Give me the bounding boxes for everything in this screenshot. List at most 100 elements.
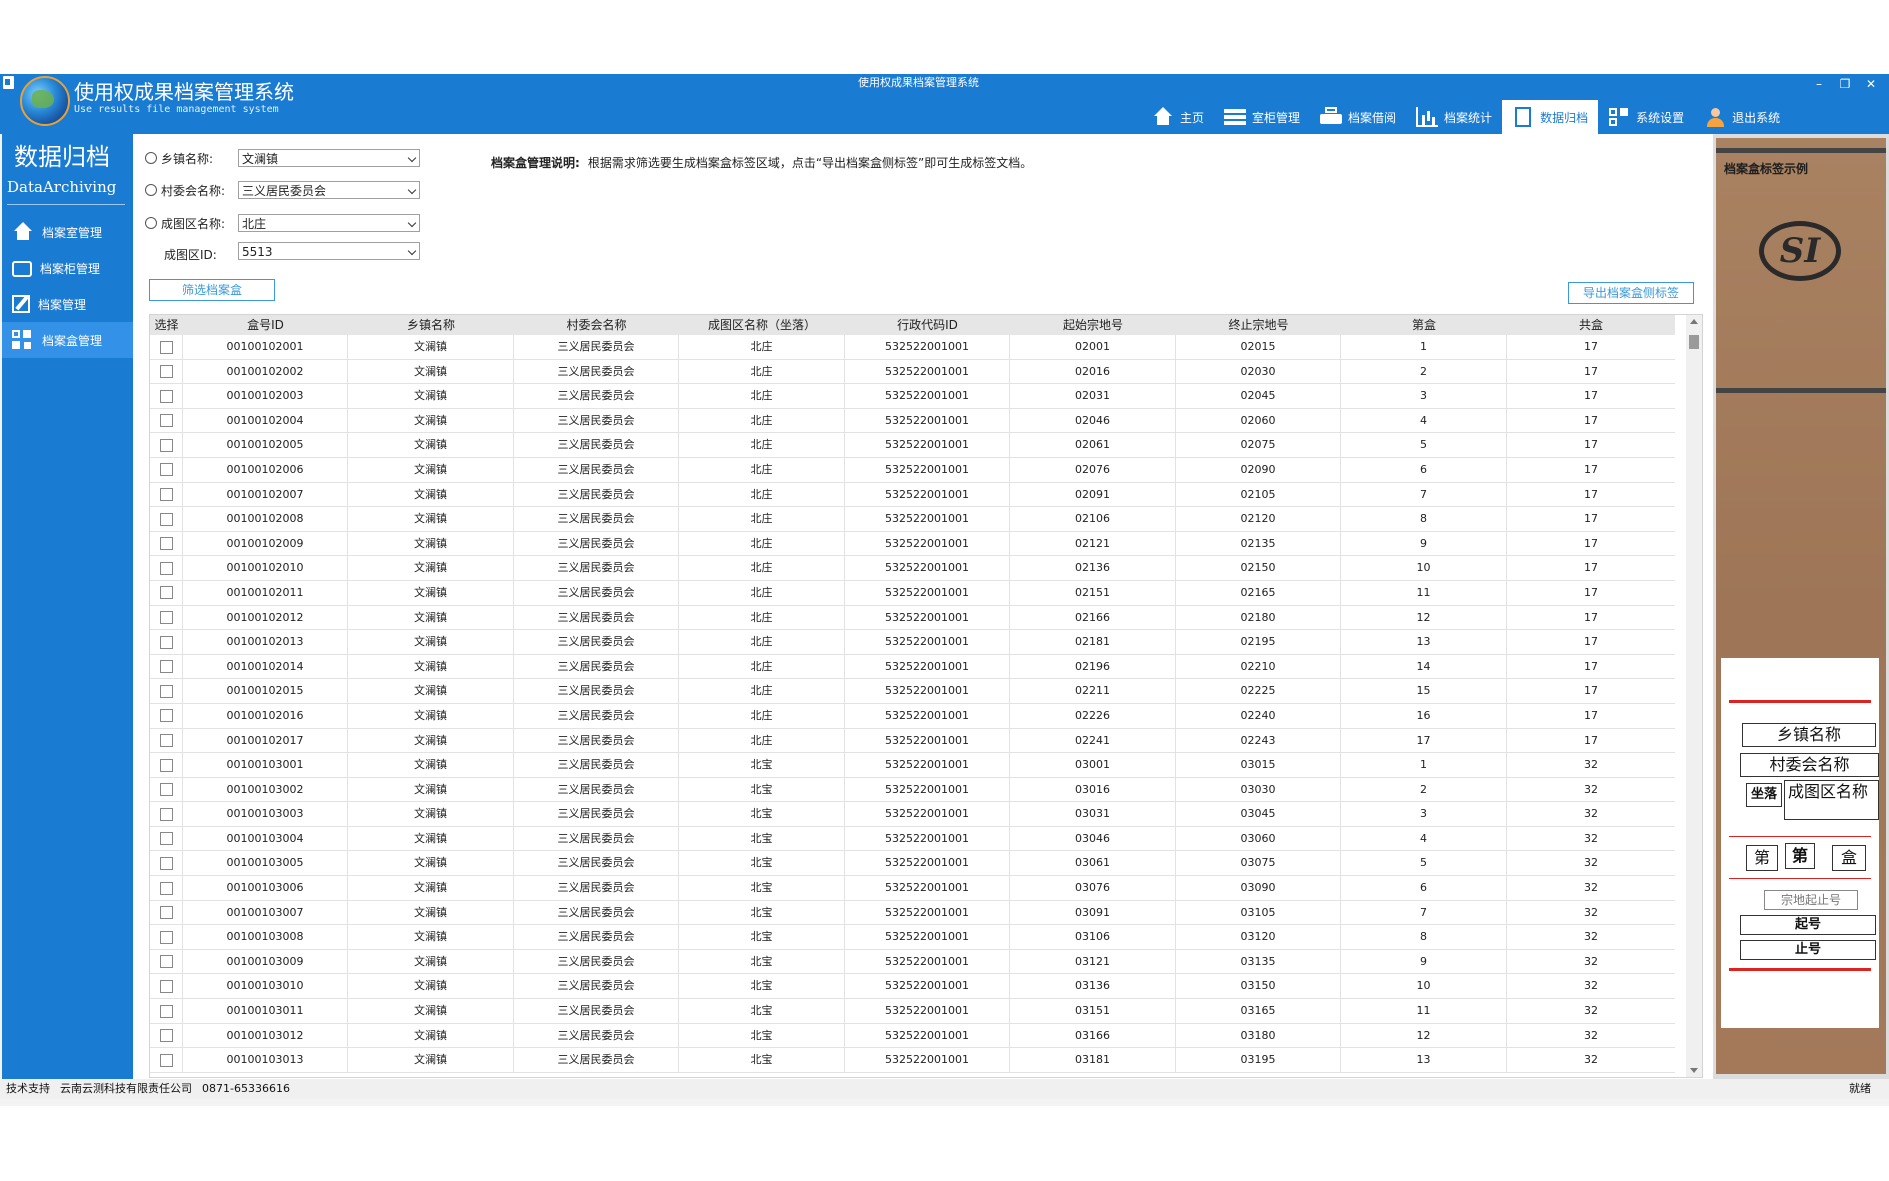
column-header-area[interactable]: 成图区名称（坐落）	[679, 315, 845, 335]
table-row[interactable]: 00100103007 文澜镇 三义居民委员会 北宝 532522001001 03091…	[150, 900, 1675, 926]
table-row[interactable]: 00100102016 文澜镇 三义居民委员会 北庄 532522001001 02226…	[150, 703, 1675, 729]
town-select[interactable]: 文澜镇	[238, 149, 420, 167]
export-box-label-button[interactable]: 导出档案盒侧标签	[1568, 282, 1694, 304]
nav-exit-system[interactable]: 退出系统	[1694, 100, 1790, 134]
scrollbar-thumb[interactable]	[1689, 335, 1699, 349]
table-row[interactable]: 00100102003 文澜镇 三义居民委员会 北庄 532522001001 02031…	[150, 384, 1675, 409]
row-checkbox[interactable]	[159, 881, 173, 895]
table-row[interactable]: 00100102006 文澜镇 三义居民委员会 北庄 532522001001 02076…	[150, 457, 1675, 483]
row-checkbox[interactable]	[159, 611, 173, 625]
maximize-button[interactable]: ❐	[1837, 76, 1853, 92]
table-row[interactable]: 00100103008 文澜镇 三义居民委员会 北宝 532522001001 03106…	[150, 925, 1675, 950]
row-checkbox[interactable]	[159, 709, 173, 723]
sidebar-item-archive[interactable]: 档案管理	[2, 286, 133, 322]
row-checkbox[interactable]	[159, 979, 173, 993]
table-row[interactable]: 00100102001 文澜镇 三义居民委员会 北庄 532522001001 02001…	[150, 335, 1675, 360]
table-row[interactable]: 00100102004 文澜镇 三义居民委员会 北庄 532522001001 02046…	[150, 408, 1675, 434]
table-row[interactable]: 00100102013 文澜镇 三义居民委员会 北庄 532522001001 02181…	[150, 630, 1675, 655]
row-checkbox[interactable]	[159, 414, 173, 428]
row-checkbox[interactable]	[159, 856, 173, 870]
table-row[interactable]: 00100102010 文澜镇 三义居民委员会 北庄 532522001001 02136…	[150, 556, 1675, 581]
table-cell: 03016	[1010, 777, 1176, 802]
nav-home[interactable]: 主页	[1142, 100, 1214, 134]
row-checkbox[interactable]	[159, 807, 173, 821]
column-header-select[interactable]: 选择	[150, 315, 183, 335]
table-row[interactable]: 00100102007 文澜镇 三义居民委员会 北庄 532522001001 02091…	[150, 482, 1675, 508]
table-row[interactable]: 00100102011 文澜镇 三义居民委员会 北庄 532522001001 02151…	[150, 580, 1675, 606]
system-menu-icon[interactable]	[3, 76, 14, 89]
row-checkbox[interactable]	[159, 906, 173, 920]
table-row[interactable]: 00100102002 文澜镇 三义居民委员会 北庄 532522001001 02016…	[150, 359, 1675, 385]
row-checkbox[interactable]	[159, 340, 173, 354]
row-checkbox[interactable]	[159, 832, 173, 846]
column-header-box-number[interactable]: 第盒	[1341, 315, 1507, 335]
sidebar-item-archive-cabinet[interactable]: 档案柜管理	[2, 250, 133, 286]
table-row[interactable]: 00100103012 文澜镇 三义居民委员会 北宝 532522001001 03166…	[150, 1023, 1675, 1049]
nav-archive-statistics[interactable]: 档案统计	[1406, 100, 1502, 134]
column-header-box-total[interactable]: 共盒	[1507, 315, 1675, 335]
scroll-up-icon[interactable]	[1690, 319, 1698, 324]
row-checkbox[interactable]	[159, 389, 173, 403]
row-checkbox[interactable]	[159, 660, 173, 674]
row-checkbox[interactable]	[159, 635, 173, 649]
minimize-button[interactable]: –	[1811, 76, 1827, 92]
village-radio[interactable]	[145, 184, 157, 196]
row-checkbox[interactable]	[159, 783, 173, 797]
area-select[interactable]: 北庄	[238, 214, 420, 232]
town-radio[interactable]	[145, 152, 157, 164]
row-checkbox[interactable]	[159, 734, 173, 747]
column-header-box-id[interactable]: 盒号ID	[183, 315, 348, 335]
row-checkbox[interactable]	[159, 488, 173, 502]
nav-system-settings[interactable]: 系统设置	[1598, 100, 1694, 134]
row-checkbox[interactable]	[159, 684, 173, 698]
row-checkbox[interactable]	[159, 955, 173, 969]
filter-archive-box-button[interactable]: 筛选档案盒	[149, 279, 275, 301]
table-row[interactable]: 00100102005 文澜镇 三义居民委员会 北庄 532522001001 02061…	[150, 433, 1675, 458]
table-row[interactable]: 00100103010 文澜镇 三义居民委员会 北宝 532522001001 03136…	[150, 974, 1675, 1000]
row-checkbox[interactable]	[159, 512, 173, 526]
table-row[interactable]: 00100103006 文澜镇 三义居民委员会 北宝 532522001001 03076…	[150, 876, 1675, 901]
column-header-start-parcel[interactable]: 起始宗地号	[1010, 315, 1176, 335]
row-checkbox[interactable]	[159, 586, 173, 600]
row-checkbox[interactable]	[159, 438, 173, 452]
table-row[interactable]: 00100103001 文澜镇 三义居民委员会 北宝 532522001001 03001…	[150, 753, 1675, 778]
row-checkbox[interactable]	[159, 537, 173, 551]
row-checkbox[interactable]	[159, 1029, 173, 1043]
row-checkbox[interactable]	[159, 930, 173, 944]
table-row[interactable]: 00100103002 文澜镇 三义居民委员会 北宝 532522001001 03016…	[150, 777, 1675, 803]
row-checkbox[interactable]	[159, 365, 173, 379]
table-row[interactable]: 00100103013 文澜镇 三义居民委员会 北宝 532522001001 03181…	[150, 1048, 1675, 1073]
table-row[interactable]: 00100103011 文澜镇 三义居民委员会 北宝 532522001001 03151…	[150, 999, 1675, 1024]
row-checkbox[interactable]	[159, 758, 173, 772]
column-header-end-parcel[interactable]: 终止宗地号	[1176, 315, 1341, 335]
sidebar-item-archive-box[interactable]: 档案盒管理	[2, 322, 133, 358]
table-row[interactable]: 00100103004 文澜镇 三义居民委员会 北宝 532522001001 03046…	[150, 826, 1675, 852]
row-checkbox[interactable]	[159, 1053, 173, 1067]
scroll-down-icon[interactable]	[1690, 1068, 1698, 1073]
village-select[interactable]: 三义居民委员会	[238, 181, 420, 199]
table-row[interactable]: 00100103009 文澜镇 三义居民委员会 北宝 532522001001 03121…	[150, 949, 1675, 975]
area-radio[interactable]	[145, 217, 157, 229]
row-checkbox[interactable]	[159, 463, 173, 477]
column-header-admin-code[interactable]: 行政代码ID	[845, 315, 1010, 335]
table-row[interactable]: 00100102012 文澜镇 三义居民委员会 北庄 532522001001 02166…	[150, 605, 1675, 631]
vertical-scrollbar[interactable]	[1686, 315, 1702, 1077]
table-row[interactable]: 00100103005 文澜镇 三义居民委员会 北宝 532522001001 03061…	[150, 851, 1675, 877]
close-button[interactable]: ✕	[1863, 76, 1879, 92]
table-row[interactable]: 00100102008 文澜镇 三义居民委员会 北庄 532522001001 02106…	[150, 507, 1675, 532]
nav-cabinet-management[interactable]: 室柜管理	[1214, 100, 1310, 134]
area-id-select[interactable]: 5513	[238, 242, 420, 260]
table-row[interactable]: 00100102009 文澜镇 三义居民委员会 北庄 532522001001 02121…	[150, 531, 1675, 557]
nav-data-archiving[interactable]: 数据归档	[1502, 100, 1599, 134]
table-row[interactable]: 00100102014 文澜镇 三义居民委员会 北庄 532522001001 02196…	[150, 654, 1675, 680]
sidebar-item-archive-room[interactable]: 档案室管理	[2, 214, 133, 250]
table-row[interactable]: 00100102017 文澜镇 三义居民委员会 北庄 532522001001 02241…	[150, 728, 1675, 754]
nav-archive-borrow[interactable]: 档案借阅	[1310, 100, 1406, 134]
row-checkbox[interactable]	[159, 561, 173, 575]
table-row[interactable]: 00100102015 文澜镇 三义居民委员会 北庄 532522001001 02211…	[150, 679, 1675, 704]
column-header-village[interactable]: 村委会名称	[514, 315, 679, 335]
column-header-town[interactable]: 乡镇名称	[348, 315, 514, 335]
row-checkbox[interactable]	[159, 1004, 173, 1018]
table-cell: 北宝	[679, 999, 845, 1023]
table-row[interactable]: 00100103003 文澜镇 三义居民委员会 北宝 532522001001 03031…	[150, 802, 1675, 827]
